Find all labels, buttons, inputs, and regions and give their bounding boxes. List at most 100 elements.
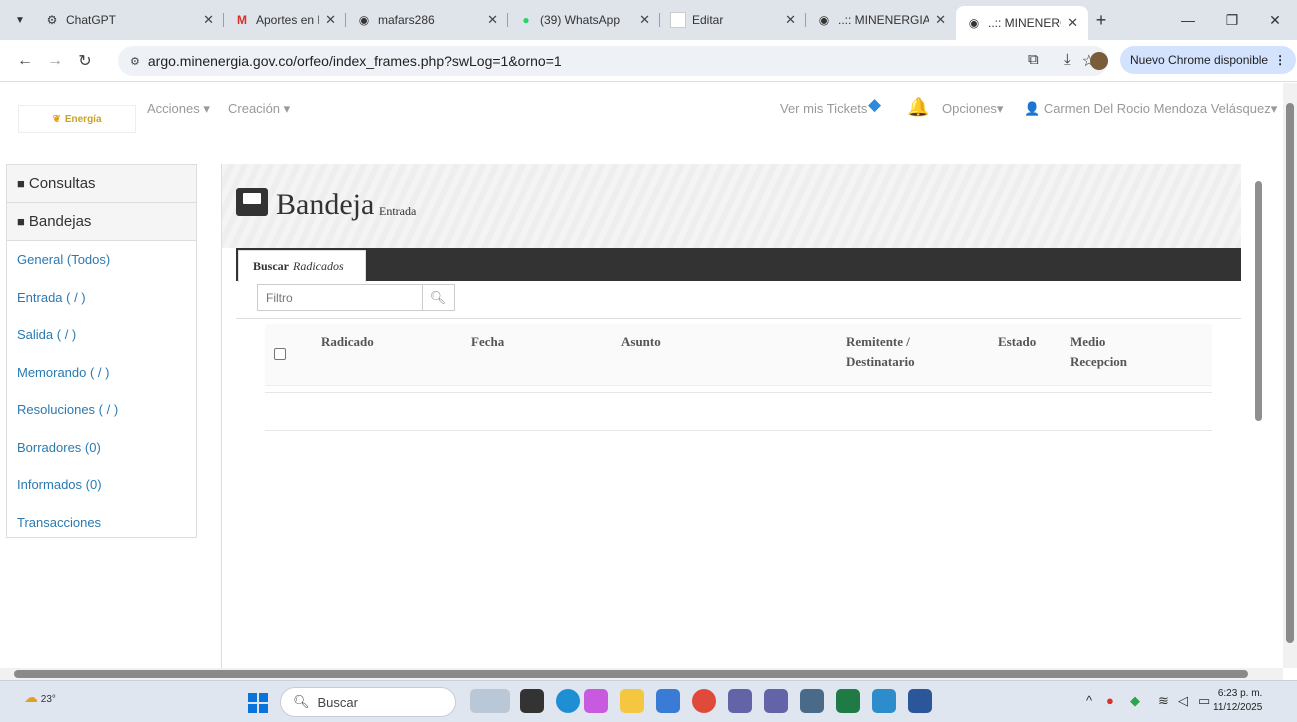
page-horizontal-scrollbar[interactable] xyxy=(0,668,1283,680)
sidebar-item-general[interactable]: General (Todos) xyxy=(7,241,196,279)
clock[interactable]: 6:23 p. m. 11/12/2025 xyxy=(1213,687,1262,715)
ticket-icon[interactable]: ◆ xyxy=(868,95,881,115)
minimize-button[interactable]: — xyxy=(1166,0,1210,40)
outlook-icon[interactable] xyxy=(656,689,680,713)
chrome-icon[interactable] xyxy=(692,689,716,713)
select-all-checkbox[interactable] xyxy=(274,348,286,360)
download-icon[interactable]: ⤓ xyxy=(1064,51,1071,68)
task-view-icon[interactable] xyxy=(520,689,544,713)
scroll-thumb[interactable] xyxy=(14,670,1248,678)
browser-tab-chatgpt[interactable]: ⚙ ChatGPT ✕ xyxy=(34,5,224,35)
scroll-thumb[interactable] xyxy=(1286,103,1294,643)
scroll-thumb[interactable] xyxy=(1255,181,1262,421)
sidebar-item-salida[interactable]: Salida ( / ) xyxy=(7,316,196,354)
close-icon[interactable]: ✕ xyxy=(325,12,336,28)
extensions-icon[interactable]: ⧉ xyxy=(1028,51,1039,68)
browser-tab-aportes[interactable]: M Aportes en Línea ✕ xyxy=(224,5,346,35)
browser-tab-mafars[interactable]: ◉ mafars286 ✕ xyxy=(346,5,508,35)
sidebar-item-transacciones[interactable]: Transacciones xyxy=(7,504,196,542)
reload-icon: ↻ xyxy=(78,52,92,70)
speaker-icon[interactable]: ◁ xyxy=(1178,693,1188,709)
column-radicado[interactable]: Radicado xyxy=(321,332,374,352)
menu-opciones[interactable]: Opciones▾ xyxy=(942,101,1003,117)
close-icon[interactable]: ✕ xyxy=(487,12,498,28)
taskbar-search[interactable]: 🔍︎ Buscar xyxy=(280,687,456,717)
sidebar: ■ Consultas ■ Bandejas General (Todos) Ent… xyxy=(6,164,197,538)
photos-icon[interactable] xyxy=(872,689,896,713)
reload-button[interactable]: ↻ xyxy=(70,46,100,76)
close-icon[interactable]: ✕ xyxy=(935,12,946,28)
notepad-icon[interactable] xyxy=(800,689,824,713)
page-title: Bandeja xyxy=(276,188,375,221)
close-icon[interactable]: ✕ xyxy=(1067,15,1078,31)
column-asunto[interactable]: Asunto xyxy=(621,332,661,352)
edge-icon[interactable] xyxy=(556,689,580,713)
forward-button[interactable]: → xyxy=(40,46,70,76)
blank-page-icon xyxy=(670,12,686,28)
tray-sync-icon[interactable]: ◆ xyxy=(1130,693,1140,709)
bell-icon[interactable]: 🔔 xyxy=(907,97,929,118)
sidebar-item-memorando[interactable]: Memorando ( / ) xyxy=(7,354,196,392)
sidebar-item-borradores[interactable]: Borradores (0) xyxy=(7,429,196,467)
menu-acciones[interactable]: Acciones ▾ xyxy=(147,101,210,117)
sidebar-item-entrada[interactable]: Entrada ( / ) xyxy=(7,279,196,317)
word-icon[interactable] xyxy=(908,689,932,713)
sidebar-consultas[interactable]: ■ Consultas xyxy=(7,165,196,203)
globe-icon: ◉ xyxy=(968,16,980,30)
site-info-icon[interactable]: ⚙ xyxy=(130,55,140,68)
divider xyxy=(236,318,1241,319)
back-button[interactable]: ← xyxy=(10,46,40,76)
tab-search-button[interactable]: ▼ xyxy=(6,6,34,34)
column-fecha[interactable]: Fecha xyxy=(471,332,504,352)
search-highlight-icon[interactable] xyxy=(470,689,510,713)
close-icon[interactable]: ✕ xyxy=(785,12,796,28)
content-scrollbar[interactable] xyxy=(1253,165,1265,665)
window-close-button[interactable]: ✕ xyxy=(1253,0,1297,40)
column-medio-recepcion[interactable]: Medio Recepcion xyxy=(1070,332,1127,372)
tab-buscar-radicados[interactable]: Buscar Radicados xyxy=(238,250,366,282)
globe-icon: ◉ xyxy=(358,13,370,27)
copilot-icon[interactable] xyxy=(584,689,608,713)
whatsapp-icon: ● xyxy=(522,13,530,27)
column-estado[interactable]: Estado xyxy=(998,332,1036,352)
browser-tab-whatsapp[interactable]: ● (39) WhatsApp ✕ xyxy=(508,5,660,35)
windows-start-icon[interactable] xyxy=(248,693,268,713)
chevron-up-icon[interactable]: ^ xyxy=(1086,693,1092,708)
restore-button[interactable]: ❐ xyxy=(1210,0,1254,40)
tray-app-icon[interactable]: ● xyxy=(1106,693,1114,708)
file-explorer-icon[interactable] xyxy=(620,689,644,713)
browser-tab-bar: ▼ ⚙ ChatGPT ✕ M Aportes en Línea ✕ ◉ maf… xyxy=(0,0,1297,40)
new-tab-button[interactable]: + xyxy=(1088,10,1114,31)
excel-icon[interactable] xyxy=(836,689,860,713)
restore-icon: ❐ xyxy=(1225,11,1239,28)
address-bar[interactable]: ⚙ argo.minenergia.gov.co/orfeo/index_fra… xyxy=(118,46,1108,76)
wifi-icon[interactable]: ≋ xyxy=(1158,693,1169,709)
teams-icon[interactable] xyxy=(764,689,788,713)
tickets-link[interactable]: Ver mis Tickets xyxy=(780,101,867,116)
browser-tab-minenergia-1[interactable]: ◉ ..:: MINENERGIA ✕ xyxy=(806,5,956,35)
browser-tab-minenergia-active[interactable]: ◉ ..:: MINENERGIA ✕ xyxy=(956,6,1088,40)
search-icon[interactable]: 🔍︎ xyxy=(423,290,453,306)
browser-tab-editar[interactable]: Editar ✕ xyxy=(660,5,806,35)
sidebar-item-resoluciones[interactable]: Resoluciones ( / ) xyxy=(7,391,196,429)
close-icon[interactable]: ✕ xyxy=(639,12,650,28)
filter-input[interactable] xyxy=(258,285,423,310)
close-icon[interactable]: ✕ xyxy=(203,12,214,28)
sidebar-bandejas[interactable]: ■ Bandejas xyxy=(7,203,196,241)
menu-creacion[interactable]: Creación ▾ xyxy=(228,101,290,117)
column-remitente[interactable]: Remitente / Destinatario xyxy=(846,332,915,372)
energia-logo[interactable]: ❦ Energía xyxy=(18,105,136,133)
table-divider xyxy=(265,392,1212,393)
sidebar-item-informados[interactable]: Informados (0) xyxy=(7,466,196,504)
battery-icon[interactable]: ▭ xyxy=(1198,693,1210,709)
profile-avatar[interactable] xyxy=(1090,52,1108,70)
minimize-icon: — xyxy=(1181,12,1195,28)
chrome-update-button[interactable]: Nuevo Chrome disponible ⋮ xyxy=(1120,46,1297,74)
inbox-icon xyxy=(236,188,268,216)
page-subtitle: Entrada xyxy=(379,204,417,218)
weather-widget[interactable]: ☁ 23° xyxy=(24,689,56,706)
teams-icon[interactable] xyxy=(728,689,752,713)
chevron-down-icon: ▼ xyxy=(15,14,25,26)
user-menu[interactable]: 👤 Carmen Del Rocio Mendoza Velásquez▾ xyxy=(1024,101,1277,117)
page-vertical-scrollbar[interactable] xyxy=(1283,83,1297,668)
